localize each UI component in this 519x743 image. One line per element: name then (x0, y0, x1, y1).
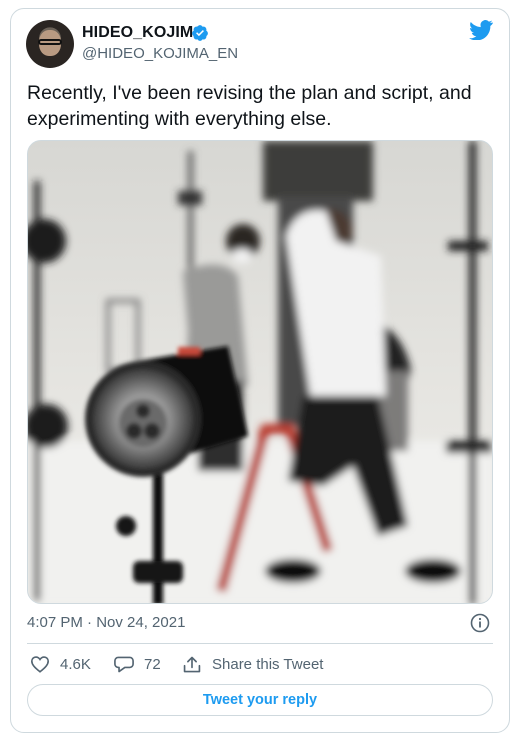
share-button[interactable]: Share this Tweet (182, 655, 323, 674)
author-handle[interactable]: @HIDEO_KOJIMA_EN (82, 45, 238, 62)
avatar[interactable] (26, 20, 74, 68)
share-label: Share this Tweet (212, 656, 324, 673)
author-name[interactable]: HIDEO_KOJIMA (82, 24, 205, 42)
verified-badge-icon (192, 25, 208, 41)
like-count: 4.6K (60, 655, 91, 673)
twitter-bird-icon[interactable] (469, 20, 493, 40)
tweet-your-reply-button[interactable]: Tweet your reply (27, 684, 493, 716)
tweet-text: Recently, I've been revising the plan an… (27, 82, 472, 130)
reply-count: 72 (144, 656, 161, 673)
tweet-photo[interactable] (27, 140, 493, 604)
tweet-timestamp[interactable]: 4:07 PM · Nov 24, 2021 (27, 614, 185, 631)
avatar-glasses (38, 39, 62, 45)
like-button[interactable]: 4.6K (30, 655, 91, 673)
studio-photo-image (28, 141, 492, 603)
heart-icon (30, 656, 50, 673)
share-icon (183, 656, 201, 673)
info-icon[interactable] (470, 613, 490, 633)
reply-count-button[interactable]: 72 (114, 655, 161, 674)
reply-bubble-icon (114, 656, 134, 673)
divider (27, 643, 493, 644)
